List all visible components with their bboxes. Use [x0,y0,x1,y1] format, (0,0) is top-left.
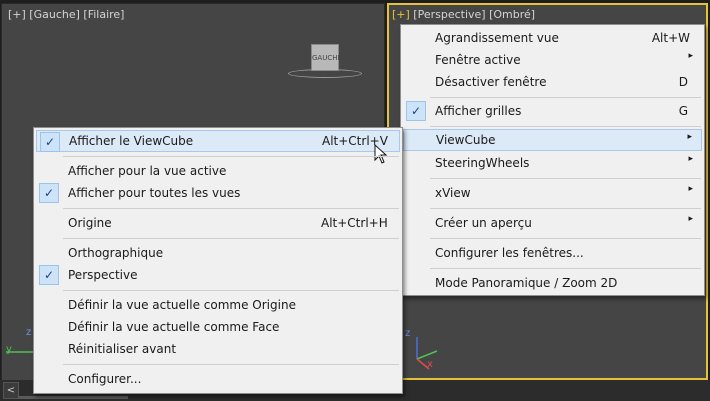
viewcube-face[interactable]: GAUCHE [311,44,342,71]
menu-item-origine[interactable]: Origine Alt+Ctrl+H [36,212,400,234]
menu-item-viewcube[interactable]: ViewCube ▸ [403,129,702,151]
scroll-thumb[interactable] [18,396,128,399]
menu-item-label: Définir la vue actuelle comme Face [68,320,280,334]
menu-item-label: Afficher pour la vue active [68,164,227,178]
menu-item-perspective[interactable]: ✓ Perspective [36,264,400,286]
menu-item-creer-apercu[interactable]: Créer un aperçu ▸ [403,212,702,234]
axis-tripod-right-icon [416,337,438,370]
menu-separator [430,268,701,269]
menu-item-afficher-vue-active[interactable]: Afficher pour la vue active [36,160,400,182]
submenu-arrow-icon: ▸ [688,184,693,194]
axis-y-label: y [6,344,12,355]
menu-item-label: Réinitialiser avant [68,342,177,356]
menu-item-reinitialiser-avant[interactable]: Réinitialiser avant [36,338,400,360]
menu-separator [63,156,399,157]
menu-item-label: Configurer... [68,372,142,386]
menu-item-label: Perspective [68,268,138,282]
menu-item-label: xView [435,186,471,200]
menu-item-desactiver-fenetre[interactable]: Désactiver fenêtre D [403,71,702,93]
menu-item-label: Configurer les fenêtres... [435,246,584,260]
viewport-perspective-label[interactable]: [+] [Perspective] [Ombré] [392,8,535,21]
submenu-arrow-icon: ▸ [688,51,693,61]
menu-item-label: Orthographique [68,246,164,260]
menu-separator [63,364,399,365]
menu-separator [430,238,701,239]
menu-item-definir-face[interactable]: Définir la vue actuelle comme Face [36,316,400,338]
checkmark-icon: ✓ [406,101,426,121]
menu-item-afficher-grilles[interactable]: ✓ Afficher grilles G [403,100,702,122]
menu-item-afficher-toutes-vues[interactable]: ✓ Afficher pour toutes les vues [36,182,400,204]
menu-item-label: Mode Panoramique / Zoom 2D [435,276,618,290]
menu-item-label: Définir la vue actuelle comme Origine [68,298,296,312]
checkmark-icon: ✓ [39,265,59,285]
viewport-context-menu: Agrandissement vue Alt+W Fenêtre active … [400,24,705,296]
viewcube-submenu: ✓ Afficher le ViewCube Alt+Ctrl+V Affich… [33,127,403,394]
submenu-arrow-icon: ▸ [687,132,692,142]
checkmark-icon: ✓ [40,132,60,152]
menu-item-agrandissement-vue[interactable]: Agrandissement vue Alt+W [403,27,702,49]
menu-item-label: Afficher le ViewCube [69,134,194,148]
menu-separator [63,290,399,291]
menu-item-label: Agrandissement vue [435,31,559,45]
submenu-arrow-icon: ▸ [688,154,693,164]
menu-item-label: Afficher pour toutes les vues [68,186,241,200]
scroll-left-button[interactable]: < [3,382,19,399]
menu-item-label: Fenêtre active [435,53,521,67]
menu-separator [63,238,399,239]
axis-z-label-right: z [405,328,411,339]
menu-separator [430,97,701,98]
viewcube[interactable]: GAUCHE [286,42,366,82]
menu-item-definir-origine[interactable]: Définir la vue actuelle comme Origine [36,294,400,316]
checkmark-icon: ✓ [39,183,59,203]
menu-item-configurer-fenetres[interactable]: Configurer les fenêtres... [403,242,702,264]
menu-item-shortcut: Alt+Ctrl+H [321,216,388,230]
menu-separator [430,178,701,179]
menu-separator [430,208,701,209]
viewport-left-label[interactable]: [+] [Gauche] [Filaire] [8,8,124,21]
menu-separator [63,208,399,209]
viewport-perspective-title[interactable]: [Perspective] [Ombré] [410,8,535,21]
menu-item-shortcut: G [678,104,688,118]
menu-item-xview[interactable]: xView ▸ [403,182,702,204]
menu-item-label: Origine [68,216,112,230]
menu-item-label: Créer un aperçu [435,216,532,230]
axis-z-label: z [26,327,32,338]
menu-item-configurer[interactable]: Configurer... [36,368,400,390]
menu-item-orthographique[interactable]: Orthographique [36,242,400,264]
submenu-arrow-icon: ▸ [688,214,693,224]
menu-item-steeringwheels[interactable]: SteeringWheels ▸ [403,152,702,174]
menu-item-shortcut: D [678,75,688,89]
menu-item-label: Désactiver fenêtre [435,75,547,89]
menu-item-label: Afficher grilles [435,104,522,118]
menu-item-fenetre-active[interactable]: Fenêtre active ▸ [403,49,702,71]
menu-item-mode-panoramique[interactable]: Mode Panoramique / Zoom 2D [403,272,702,294]
menu-separator [430,126,701,127]
menu-item-shortcut: Alt+W [651,31,690,45]
menu-item-afficher-viewcube[interactable]: ✓ Afficher le ViewCube Alt+Ctrl+V [36,130,400,164]
axis-x-label-right: x [427,359,433,370]
viewport-menu-plus[interactable]: [+] [392,8,410,21]
menu-item-label: SteeringWheels [435,156,530,170]
menu-item-label: ViewCube [436,133,496,147]
